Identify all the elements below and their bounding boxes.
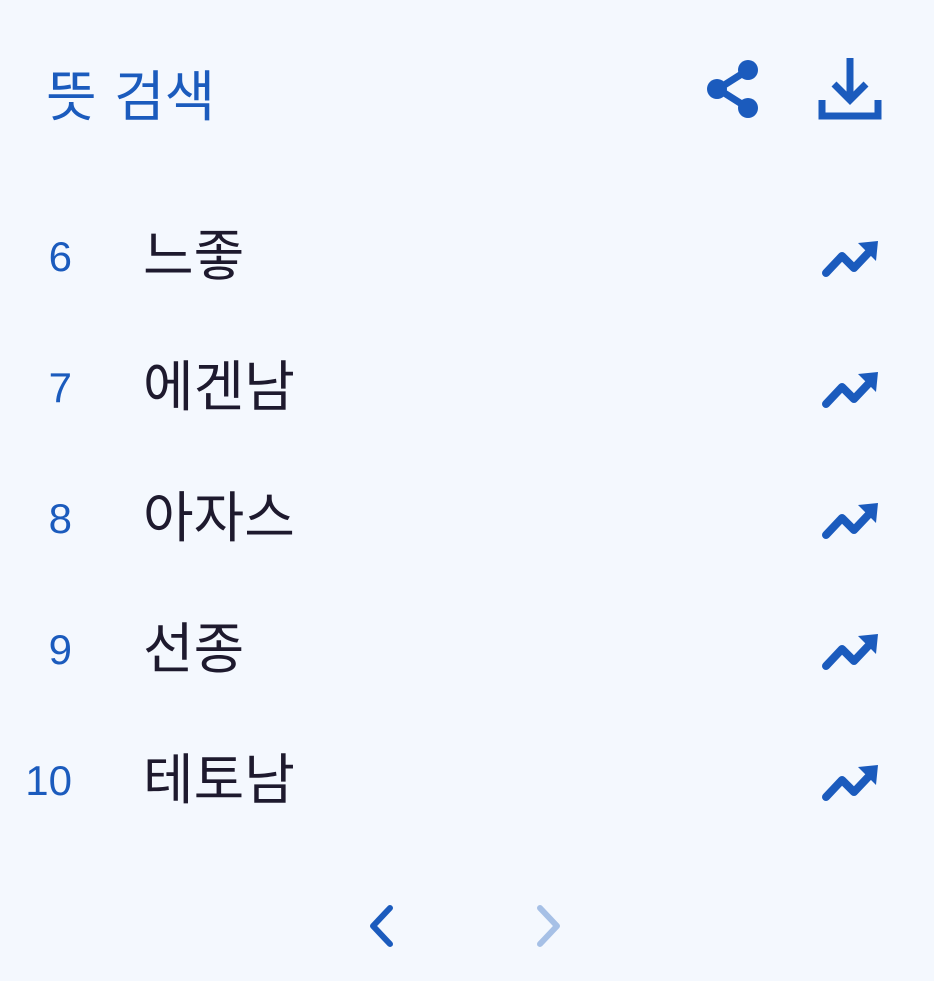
rank-number: 8 <box>48 495 72 542</box>
list-item[interactable]: 6 느좋 <box>0 195 934 315</box>
list-item[interactable]: 8 아자스 <box>0 457 934 577</box>
trending-up-icon <box>822 372 878 408</box>
chevron-right-icon <box>537 905 560 947</box>
search-term: 테토남 <box>143 748 295 812</box>
rank-number: 9 <box>48 626 72 673</box>
share-icon <box>707 60 758 118</box>
download-button[interactable] <box>810 52 890 128</box>
search-term: 느좋 <box>143 224 245 288</box>
search-term: 선종 <box>143 617 245 681</box>
page-title: 뜻 검색 <box>46 65 216 129</box>
search-term: 에겐남 <box>143 355 295 419</box>
trending-up-icon <box>822 241 878 277</box>
trending-up-icon <box>822 634 878 670</box>
next-page-button[interactable] <box>528 900 568 952</box>
rank-number: 6 <box>48 233 72 280</box>
download-icon <box>818 58 882 120</box>
share-button[interactable] <box>700 54 770 124</box>
rank-number: 10 <box>25 757 72 804</box>
trending-up-icon <box>822 765 878 801</box>
list-item[interactable]: 9 선종 <box>0 588 934 708</box>
search-term: 아자스 <box>143 486 295 550</box>
list-item[interactable]: 10 테토남 <box>0 719 934 839</box>
list-item[interactable]: 7 에겐남 <box>0 326 934 446</box>
trending-up-icon <box>822 503 878 539</box>
previous-page-button[interactable] <box>362 900 402 952</box>
rank-number: 7 <box>48 364 72 411</box>
chevron-left-icon <box>370 905 393 947</box>
